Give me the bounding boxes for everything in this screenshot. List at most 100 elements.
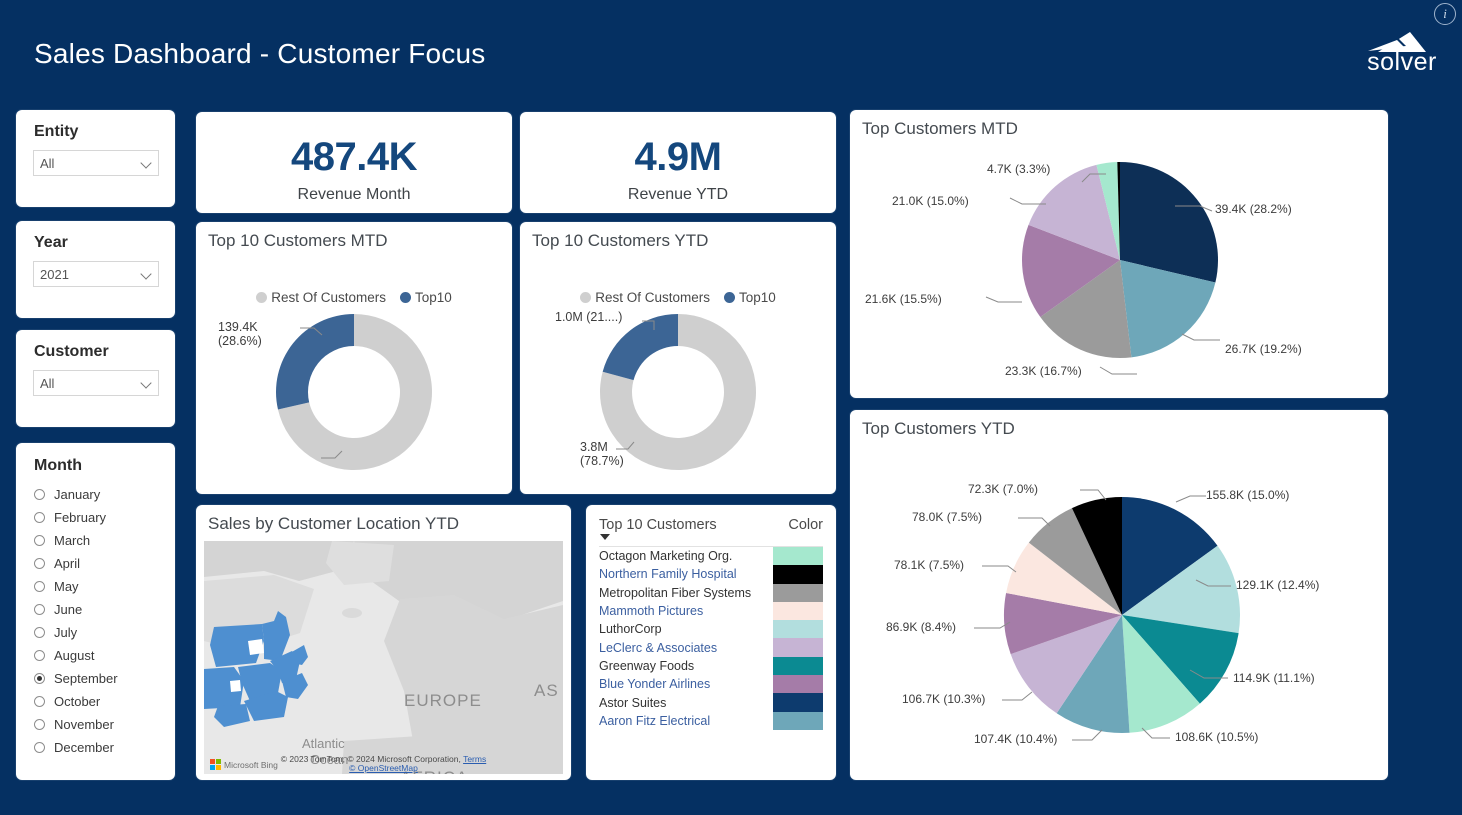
slicer-year-value: 2021 [40,267,141,282]
pie-mtd-label-0: 39.4K (28.2%) [1215,202,1292,216]
radio-icon[interactable] [34,650,45,661]
slicer-entity-dropdown[interactable]: All [33,150,159,176]
customer-name: Mammoth Pictures [599,604,773,618]
month-option-label: April [54,556,80,571]
month-radio-list[interactable]: JanuaryFebruary March April May JuneJulyAugu… [34,483,174,759]
pie-ytd-label-8: 78.0K (7.5%) [912,510,982,524]
chart-top-customers-mtd[interactable]: Top Customers MTD 39.4K (28.2%) 26.7K (1… [850,110,1388,398]
kpi-revenue-month-label: Revenue Month [196,186,512,204]
table-row[interactable]: Astor Suites [599,693,823,711]
slicer-entity-value: All [40,156,141,171]
color-swatch [773,547,823,565]
dashboard-root: Sales Dashboard - Customer Focus i solve… [0,0,1462,815]
table-top10-customers[interactable]: Top 10 Customers Color Octagon Marketing… [586,505,836,780]
month-option-label: November [54,717,114,732]
pie-ytd-label-0: 155.8K (15.0%) [1206,488,1289,502]
slicer-month-label: Month [34,457,82,475]
chevron-down-icon [141,158,152,169]
kpi-revenue-ytd-label: Revenue YTD [520,186,836,204]
month-option-july[interactable]: July [34,621,174,644]
customer-name: LuthorCorp [599,622,773,636]
table-row[interactable]: LeClerc & Associates [599,638,823,656]
column-header-color[interactable]: Color [788,517,823,533]
bing-logo: Microsoft Bing [210,759,278,770]
bing-icon [210,759,221,770]
table-row[interactable]: Northern Family Hospital [599,565,823,583]
pie-ytd-label-2: 114.9K (11.1%) [1233,671,1315,685]
month-option-august[interactable]: August [34,644,174,667]
radio-icon[interactable] [34,558,45,569]
slicer-year-dropdown[interactable]: 2021 [33,261,159,287]
map-label-atlantic: Atlantic [302,736,345,751]
pie-mtd-label-5: 4.7K (3.3%) [987,162,1050,176]
kpi-revenue-month: 487.4K Revenue Month [196,112,512,213]
chart-top10-customers-mtd[interactable]: Top 10 Customers MTD Rest Of Customers T… [196,222,512,494]
slicer-year-label: Year [34,234,68,252]
slicer-customer[interactable]: Customer All [16,330,175,427]
radio-icon[interactable] [34,719,45,730]
month-option-june[interactable]: June [34,598,174,621]
table-row[interactable]: Octagon Marketing Org. [599,547,823,565]
month-option-february[interactable]: February [34,506,174,529]
radio-icon[interactable] [34,489,45,500]
radio-icon[interactable] [34,627,45,638]
info-icon[interactable]: i [1434,3,1456,25]
slicer-customer-value: All [40,376,141,391]
pie-ytd-label-5: 106.7K (10.3%) [902,692,985,706]
table-row[interactable]: LuthorCorp [599,620,823,638]
column-header-customers[interactable]: Top 10 Customers [599,517,788,533]
chart-top10-ytd-title: Top 10 Customers YTD [532,231,708,251]
month-option-may[interactable]: May [34,575,174,598]
radio-icon[interactable] [34,742,45,753]
map-canvas[interactable]: EUROPE AS Atlantic Ocean AFRICA © 2023 T… [204,541,563,774]
slicer-year[interactable]: Year 2021 [16,221,175,318]
table-row[interactable]: Metropolitan Fiber Systems [599,584,823,602]
table-body[interactable]: Octagon Marketing Org.Northern Family Ho… [599,547,823,730]
color-swatch [773,712,823,730]
map-sales-by-location[interactable]: Sales by Customer Location YTD [196,505,571,780]
kpi-revenue-month-value: 487.4K [196,135,512,180]
slicer-customer-dropdown[interactable]: All [33,370,159,396]
color-swatch [773,584,823,602]
table-row[interactable]: Greenway Foods [599,657,823,675]
color-swatch [773,602,823,620]
table-header: Top 10 Customers Color [599,517,823,533]
slicer-month[interactable]: Month JanuaryFebruary March April May JuneJu… [16,443,175,780]
chevron-down-icon [141,269,152,280]
radio-icon[interactable] [34,535,45,546]
radio-icon[interactable] [34,581,45,592]
donut-mtd-label-top10: 139.4K (28.6%) [218,320,262,349]
month-option-march[interactable]: March [34,529,174,552]
color-swatch [773,657,823,675]
pie-ytd-label-9: 72.3K (7.0%) [968,482,1038,496]
month-option-april[interactable]: April [34,552,174,575]
chart-top10-customers-ytd[interactable]: Top 10 Customers YTD Rest Of Customers T… [520,222,836,494]
customer-name: LeClerc & Associates [599,641,773,655]
month-option-january[interactable]: January [34,483,174,506]
chart-top-customers-ytd[interactable]: Top Customers YTD 155.8K (15.0%) 129.1K … [850,410,1388,780]
month-option-label: September [54,671,118,686]
slicer-entity-label: Entity [34,123,78,141]
radio-icon[interactable] [34,512,45,523]
kpi-revenue-ytd: 4.9M Revenue YTD [520,112,836,213]
radio-icon[interactable] [34,604,45,615]
month-option-label: March [54,533,90,548]
pie-ytd-label-1: 129.1K (12.4%) [1236,578,1319,592]
table-row[interactable]: Blue Yonder Airlines [599,675,823,693]
solver-logo: solver [1364,28,1440,75]
map-osm-link[interactable]: © OpenStreetMap [349,763,418,773]
month-option-september[interactable]: September [34,667,174,690]
month-option-november[interactable]: November [34,713,174,736]
month-option-december[interactable]: December [34,736,174,759]
table-row[interactable]: Mammoth Pictures [599,602,823,620]
month-option-october[interactable]: October [34,690,174,713]
radio-icon[interactable] [34,696,45,707]
slicer-entity[interactable]: Entity All [16,110,175,207]
donut-ytd-label-rest: 3.8M (78.7%) [580,440,624,469]
page-title: Sales Dashboard - Customer Focus [34,38,485,70]
map-label-asia: AS [534,681,559,701]
radio-icon[interactable] [34,673,45,684]
table-row[interactable]: Aaron Fitz Electrical [599,712,823,730]
month-option-label: May [54,579,79,594]
brand-name: solver [1364,50,1440,75]
